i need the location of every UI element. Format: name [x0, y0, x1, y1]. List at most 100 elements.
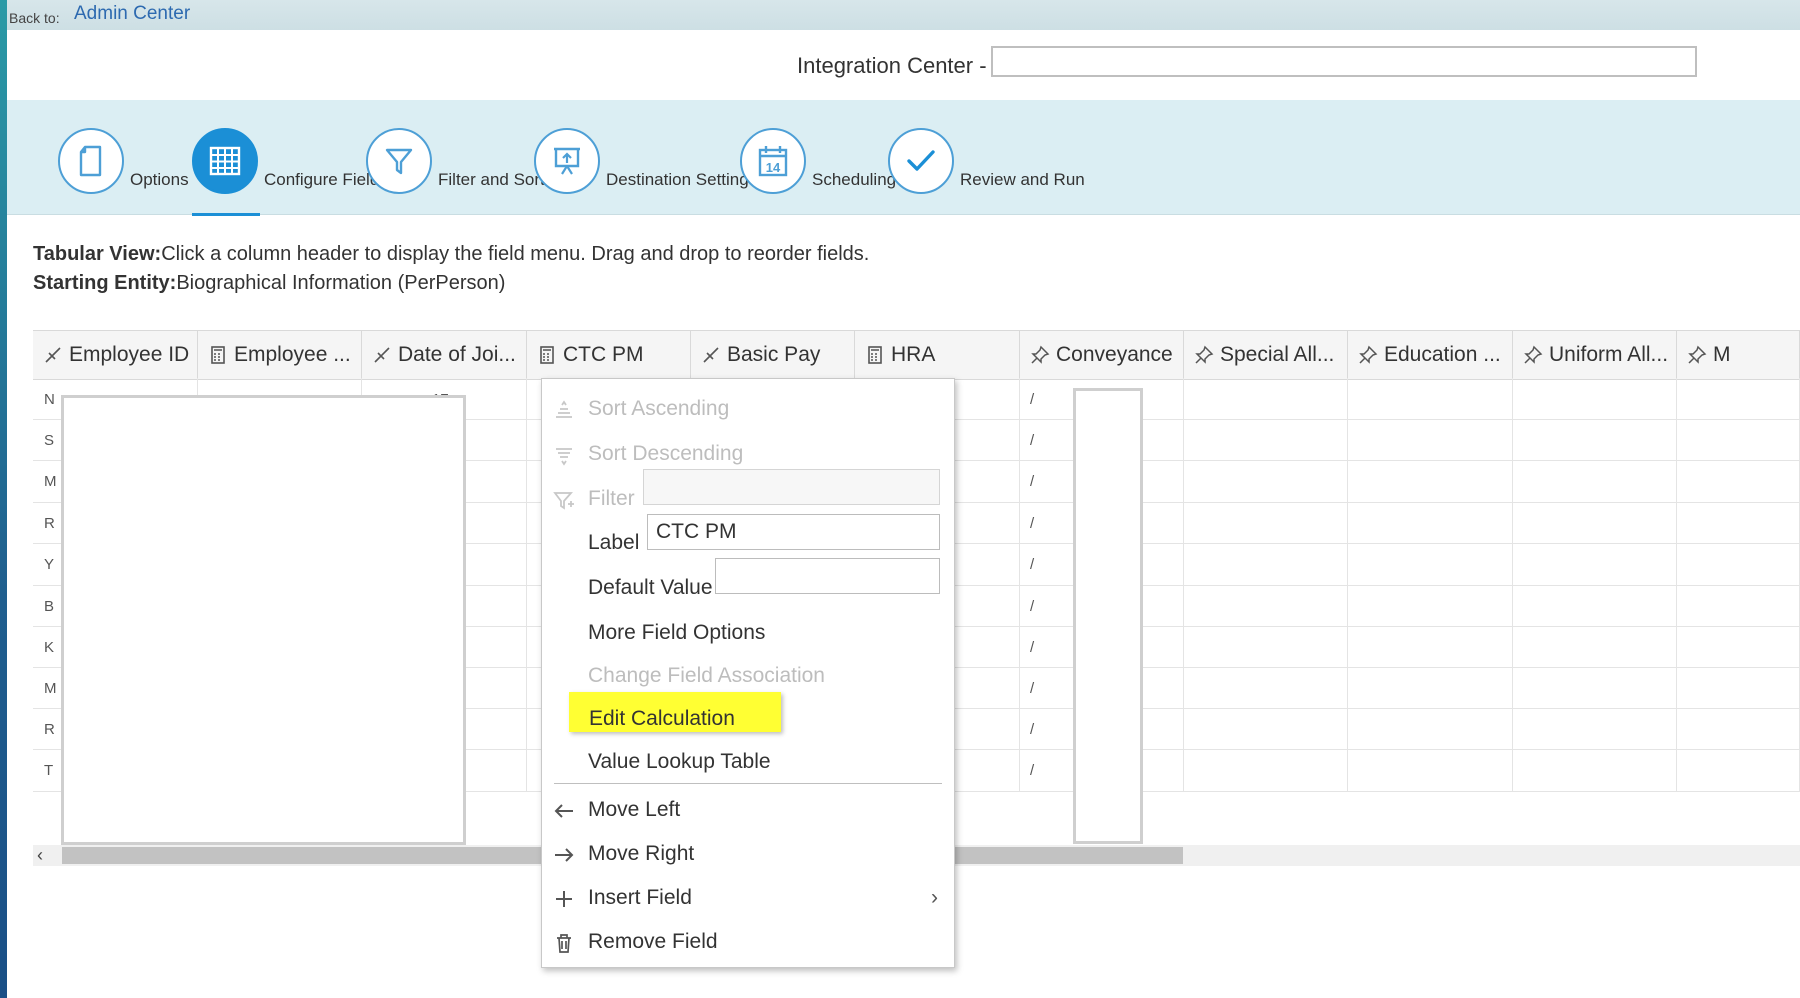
link-icon	[374, 347, 390, 363]
column-header[interactable]: HRA	[855, 331, 1020, 379]
table-cell	[1348, 708, 1513, 749]
cell-text: /	[1030, 639, 1035, 656]
menu-remove-field[interactable]: Remove Field	[542, 922, 954, 962]
menu-insert-field[interactable]: Insert Field ›	[542, 878, 954, 918]
column-header[interactable]: M	[1677, 331, 1800, 379]
menu-label: Remove Field	[588, 930, 718, 953]
table-cell	[1348, 667, 1513, 708]
pin-icon	[1688, 345, 1707, 364]
column-header-label: Basic Pay	[727, 343, 821, 366]
integration-name-field[interactable]	[991, 46, 1697, 77]
top-bar: Back to: Admin Center	[7, 0, 1800, 30]
table-cell	[1677, 749, 1800, 791]
redaction-box	[1073, 388, 1143, 844]
menu-sort-descending[interactable]: Sort Descending	[542, 434, 954, 474]
active-step-indicator	[192, 213, 260, 216]
table-cell	[1348, 626, 1513, 667]
menu-label: Edit Calculation	[589, 707, 735, 730]
column-header-label: Special All...	[1220, 343, 1335, 366]
cell-text: B	[44, 598, 55, 615]
column-header[interactable]: Special All...	[1184, 331, 1348, 379]
column-header[interactable]: Employee ...	[198, 331, 362, 379]
step-label: Filter and Sort	[438, 170, 545, 189]
step-label: Options	[130, 170, 189, 189]
cell-text: /	[1030, 556, 1035, 573]
checkmark-icon	[888, 128, 954, 194]
column-header[interactable]: Basic Pay	[691, 331, 855, 379]
step-label: Scheduling	[812, 170, 897, 189]
menu-value-lookup-table[interactable]: Value Lookup Table	[542, 742, 954, 782]
column-header[interactable]: Date of Joi...	[362, 331, 527, 379]
scroll-left-button[interactable]: ‹	[37, 845, 43, 866]
menu-change-field-association[interactable]: Change Field Association	[542, 656, 954, 696]
table-cell	[1348, 378, 1513, 419]
trash-icon	[557, 934, 571, 953]
table-cell	[1184, 378, 1348, 419]
column-header[interactable]: Employee ID	[33, 331, 198, 379]
table-cell	[1513, 749, 1677, 791]
column-header[interactable]: Conveyance	[1020, 331, 1184, 379]
table-cell	[1677, 419, 1800, 460]
arrow-right-icon	[555, 848, 574, 862]
table-cell	[1513, 626, 1677, 667]
menu-label: Sort Ascending	[588, 397, 730, 420]
default-value-label: Default Value	[588, 576, 713, 599]
table-cell	[1677, 502, 1800, 543]
label-field-label: Label	[588, 531, 640, 554]
sort-descending-icon	[556, 448, 572, 466]
document-icon	[58, 128, 124, 194]
cell-text: /	[1030, 432, 1035, 449]
menu-edit-calculation[interactable]: Edit Calculation	[542, 699, 954, 739]
funnel-icon	[366, 128, 432, 194]
table-cell	[1677, 585, 1800, 626]
calculator-icon	[211, 346, 225, 364]
calculator-icon	[868, 346, 882, 364]
tabular-view-label: Tabular View:	[33, 243, 162, 265]
table-cell	[1677, 543, 1800, 585]
table-cell	[1184, 626, 1348, 667]
pin-icon	[1359, 345, 1378, 364]
calendar-icon: 14	[740, 128, 806, 194]
link-icon	[45, 347, 61, 363]
column-header-label: Employee ID	[69, 343, 190, 366]
menu-label: Move Left	[588, 798, 681, 821]
sort-ascending-icon	[556, 400, 572, 418]
table-cell	[1348, 543, 1513, 585]
pin-icon	[1195, 345, 1214, 364]
cell-text: /	[1030, 391, 1035, 408]
menu-more-field-options[interactable]: More Field Options	[542, 613, 954, 653]
table-cell	[1184, 749, 1348, 791]
admin-center-link[interactable]: Admin Center	[74, 3, 190, 25]
starting-entity-label: Starting Entity:	[33, 272, 177, 294]
default-value-input[interactable]	[715, 558, 940, 594]
cell-text: M	[44, 680, 57, 697]
column-header[interactable]: CTC PM	[527, 331, 691, 379]
table-cell	[1513, 378, 1677, 419]
menu-label: Insert Field	[588, 886, 692, 909]
table-cell	[1677, 626, 1800, 667]
column-header-label: HRA	[891, 343, 936, 366]
starting-entity-text: Biographical Information (PerPerson)	[176, 272, 506, 294]
table-cell	[1184, 667, 1348, 708]
column-header[interactable]: Education ...	[1348, 331, 1513, 379]
column-header-label: Date of Joi...	[398, 343, 516, 366]
chevron-right-icon: ›	[931, 886, 938, 909]
table-cell	[1184, 543, 1348, 585]
label-input[interactable]	[647, 514, 940, 550]
column-header-label: Conveyance	[1056, 343, 1173, 366]
menu-sort-ascending[interactable]: Sort Ascending	[542, 389, 954, 429]
filter-icon	[553, 492, 574, 510]
menu-move-right[interactable]: Move Right	[542, 834, 954, 874]
column-header[interactable]: Uniform All...	[1513, 331, 1677, 379]
column-header-label: M	[1713, 343, 1731, 366]
table-cell	[1513, 543, 1677, 585]
table-cell	[1348, 502, 1513, 543]
table-cell	[1184, 708, 1348, 749]
plus-icon	[556, 891, 572, 907]
cell-text: T	[44, 762, 54, 779]
column-header-label: Employee ...	[234, 343, 351, 366]
menu-label: Sort Descending	[588, 442, 744, 465]
menu-move-left[interactable]: Move Left	[542, 790, 954, 830]
title-row: Integration Center -	[7, 30, 1800, 90]
cell-text: /	[1030, 680, 1035, 697]
